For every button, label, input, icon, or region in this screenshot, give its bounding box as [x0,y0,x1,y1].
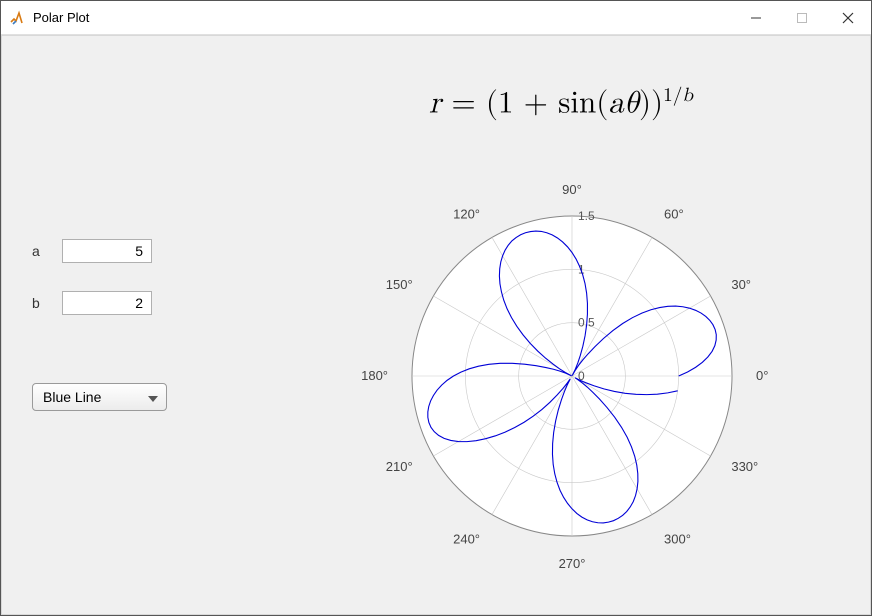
svg-text:90°: 90° [562,182,582,197]
plot-area: r = (1 + sin(aθ))1/b 0° 30° 60° 90° 120° 150°… [282,36,870,614]
controls-panel: a b Blue Line [2,36,282,614]
svg-text:210°: 210° [386,459,413,474]
svg-text:120°: 120° [453,206,480,221]
input-b[interactable] [62,291,152,315]
close-button[interactable] [825,1,871,35]
svg-text:150°: 150° [386,277,413,292]
label-b: b [32,295,62,311]
field-b: b [32,291,252,315]
svg-text:270°: 270° [559,556,586,571]
matlab-icon [9,10,25,26]
equation-title: r = (1 + sin(aθ))1/b [282,84,840,122]
style-select-box[interactable]: Blue Line [32,383,167,411]
maximize-button [779,1,825,35]
svg-text:1.5: 1.5 [578,209,595,223]
label-a: a [32,243,62,259]
chevron-down-icon [148,389,158,405]
svg-text:0°: 0° [756,368,768,383]
svg-text:60°: 60° [664,206,684,221]
app-window: Polar Plot a b Blue Line [0,0,872,616]
style-select-value: Blue Line [43,389,101,405]
field-a: a [32,239,252,263]
content-panel: a b Blue Line r = (1 + sin(aθ))1/b [1,35,871,615]
svg-text:300°: 300° [664,532,691,547]
window-title: Polar Plot [33,10,89,25]
svg-text:30°: 30° [731,277,751,292]
input-a[interactable] [62,239,152,263]
svg-text:240°: 240° [453,532,480,547]
svg-text:180°: 180° [361,368,388,383]
style-select[interactable]: Blue Line [32,383,167,411]
svg-text:330°: 330° [731,459,758,474]
polar-plot: 0° 30° 60° 90° 120° 150° 180° 210° 240° 270° 300° 3… [332,166,812,606]
titlebar: Polar Plot [1,1,871,35]
minimize-button[interactable] [733,1,779,35]
